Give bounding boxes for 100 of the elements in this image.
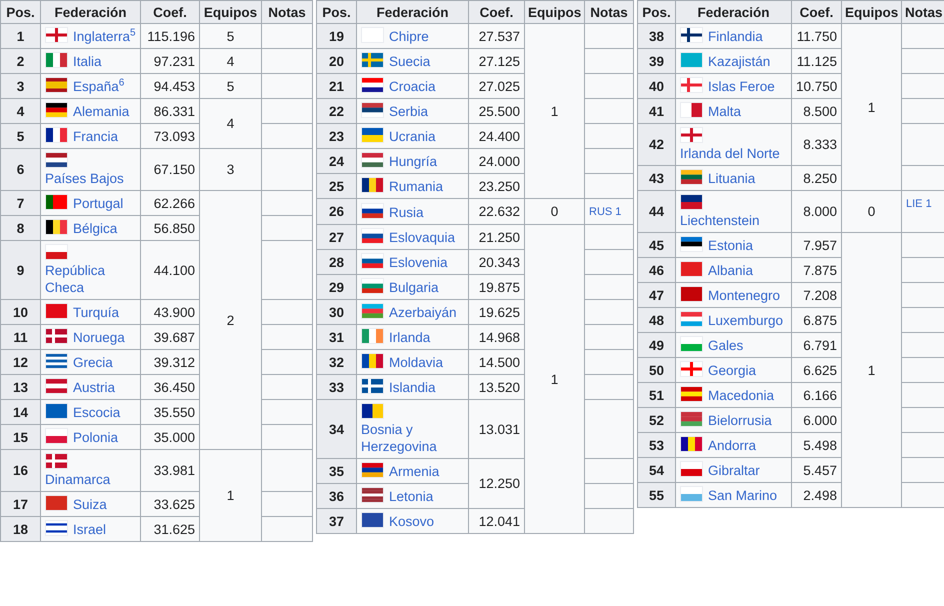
coefficient-cell: 6.166 (792, 382, 842, 408)
position-cell: 41 (638, 98, 676, 124)
position-cell: 39 (638, 48, 676, 74)
coefficient-cell: 39.687 (140, 324, 200, 350)
coefficient-cell: 11.125 (792, 48, 842, 74)
position-cell: 29 (316, 274, 356, 300)
coefficient-cell: 10.750 (792, 74, 842, 98)
country-link[interactable]: Italia (73, 53, 102, 70)
coefficient-cell: 73.093 (140, 124, 200, 148)
position-cell: 12 (0, 350, 40, 374)
column-header: Coef. (792, 0, 842, 24)
position-cell: 21 (316, 74, 356, 98)
coefficient-cell: 22.632 (468, 198, 524, 224)
coefficient-cell: 24.400 (468, 124, 524, 148)
position-cell: 31 (316, 324, 356, 350)
position-cell: 30 (316, 300, 356, 324)
coefficient-cell: 24.000 (468, 148, 524, 174)
position-cell: 43 (638, 166, 676, 190)
position-cell: 22 (316, 98, 356, 124)
coefficient-cell: 97.231 (140, 48, 200, 74)
coefficient-cell: 23.250 (468, 174, 524, 198)
teams-cell: 2 (200, 190, 262, 450)
coefficient-cell: 33.625 (140, 492, 200, 516)
teams-cell: 5 (200, 24, 262, 48)
coefficient-cell: 6.625 (792, 358, 842, 382)
teams-cell: 1 (842, 232, 902, 508)
coefficient-cell: 39.312 (140, 350, 200, 374)
coefficient-cell: 6.875 (792, 308, 842, 332)
position-cell: 5 (0, 124, 40, 148)
position-cell: 53 (638, 432, 676, 458)
position-cell: 10 (0, 300, 40, 324)
position-cell: 7 (0, 190, 40, 216)
teams-cell: 0 (524, 198, 584, 224)
position-cell: 16 (0, 450, 40, 492)
teams-cell: 5 (200, 74, 262, 98)
column-header: Equipos (842, 0, 902, 24)
coefficient-cell: 115.196 (140, 24, 200, 48)
coefficient-cell: 31.625 (140, 516, 200, 542)
coefficient-cell: 6.791 (792, 332, 842, 358)
coefficient-cell: 11.750 (792, 24, 842, 48)
column-header: Pos. (316, 0, 356, 24)
column-header: Notas (902, 0, 944, 24)
coefficient-cell: 44.100 (140, 240, 200, 300)
position-cell: 52 (638, 408, 676, 432)
coefficient-cell: 36.450 (140, 374, 200, 400)
position-cell: 1 (0, 24, 40, 48)
position-cell: 51 (638, 382, 676, 408)
coefficient-cell: 8.000 (792, 190, 842, 232)
position-cell: 55 (638, 482, 676, 508)
coefficient-cell: 13.520 (468, 374, 524, 400)
position-cell: 14 (0, 400, 40, 424)
column-header: Equipos (524, 0, 584, 24)
coefficient-cell: 5.457 (792, 458, 842, 482)
country-link[interactable]: Malta (708, 103, 742, 120)
coefficient-cell: 25.500 (468, 98, 524, 124)
position-cell: 19 (316, 24, 356, 48)
coefficient-cell: 27.537 (468, 24, 524, 48)
column-header: Coef. (140, 0, 200, 24)
coefficient-cell: 14.968 (468, 324, 524, 350)
position-cell: 25 (316, 174, 356, 198)
coefficient-cell: 56.850 (140, 216, 200, 240)
position-cell: 15 (0, 424, 40, 450)
coefficient-cell: 8.500 (792, 98, 842, 124)
coefficient-cell: 27.025 (468, 74, 524, 98)
position-cell: 20 (316, 48, 356, 74)
coefficient-cell: 35.000 (140, 424, 200, 450)
coefficient-cell: 19.625 (468, 300, 524, 324)
coefficient-cell: 67.150 (140, 148, 200, 190)
position-cell: 40 (638, 74, 676, 98)
column-header: Pos. (638, 0, 676, 24)
position-cell: 37 (316, 508, 356, 534)
teams-cell: 0 (842, 190, 902, 232)
teams-cell: 1 (200, 450, 262, 542)
coefficient-cell: 43.900 (140, 300, 200, 324)
position-cell: 17 (0, 492, 40, 516)
coefficient-cell: 27.125 (468, 48, 524, 74)
position-cell: 46 (638, 258, 676, 282)
position-cell: 11 (0, 324, 40, 350)
coefficient-cell: 7.957 (792, 232, 842, 258)
position-cell: 18 (0, 516, 40, 542)
position-cell: 32 (316, 350, 356, 374)
coefficient-cell: 33.981 (140, 450, 200, 492)
coefficient-cell: 7.875 (792, 258, 842, 282)
position-cell: 50 (638, 358, 676, 382)
position-cell: 13 (0, 374, 40, 400)
coefficient-cell: 14.500 (468, 350, 524, 374)
coefficient-cell: 35.550 (140, 400, 200, 424)
coefficient-cell: 21.250 (468, 224, 524, 250)
position-cell: 34 (316, 400, 356, 458)
position-cell: 42 (638, 124, 676, 166)
coefficient-cell: 6.000 (792, 408, 842, 432)
position-cell: 35 (316, 458, 356, 484)
teams-cell: 1 (524, 24, 584, 198)
coefficient-cell: 8.333 (792, 124, 842, 166)
note-link[interactable]: LIE 1 (906, 198, 932, 210)
teams-cell: 4 (200, 98, 262, 148)
position-cell: 47 (638, 282, 676, 308)
position-cell: 26 (316, 198, 356, 224)
position-cell: 45 (638, 232, 676, 258)
coefficient-cell: 8.250 (792, 166, 842, 190)
